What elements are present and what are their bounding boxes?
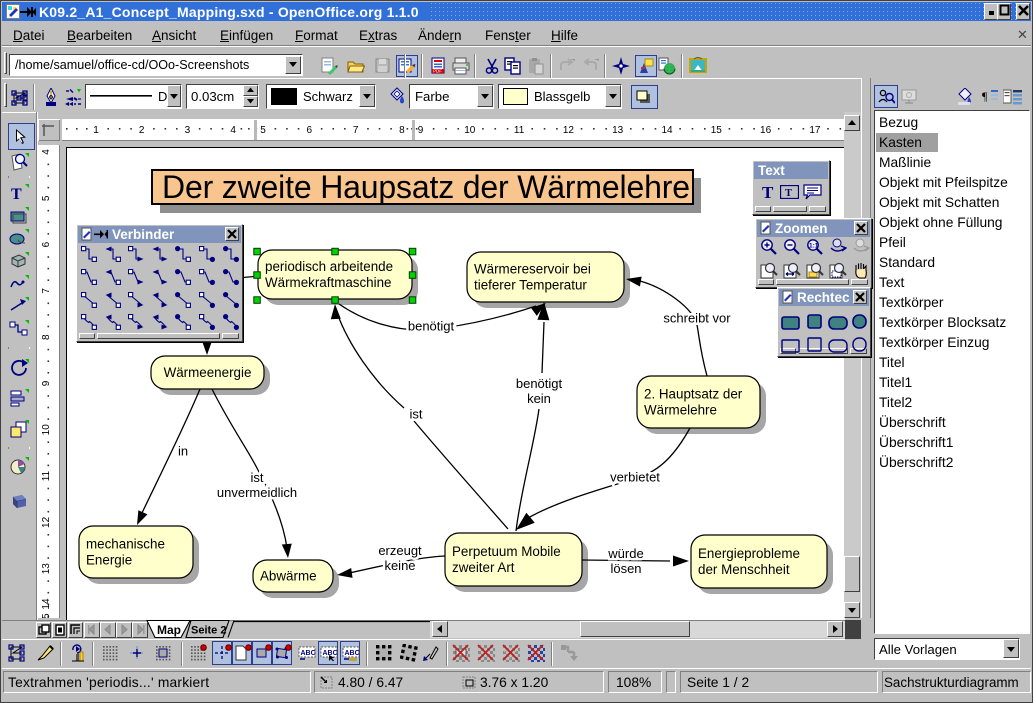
svg-text:ABC: ABC	[301, 650, 316, 657]
svg-text:T: T	[762, 183, 774, 200]
svg-text:8: 8	[399, 125, 405, 136]
svg-text:13: 13	[612, 125, 624, 136]
svg-text:9: 9	[41, 380, 52, 386]
svg-text:6: 6	[41, 241, 52, 247]
svg-text:17: 17	[809, 125, 821, 136]
svg-text:10: 10	[41, 424, 52, 436]
svg-text:5: 5	[260, 125, 266, 136]
svg-text:3: 3	[185, 125, 191, 136]
svg-text:7: 7	[353, 125, 359, 136]
svg-text:8: 8	[41, 334, 52, 340]
svg-text:würde: würde	[607, 546, 643, 561]
svg-text:verbietet: verbietet	[610, 470, 660, 485]
svg-text:T: T	[785, 188, 792, 199]
svg-text:Perpetuum Mobile: Perpetuum Mobile	[452, 544, 561, 559]
svg-text:benötigt: benötigt	[516, 376, 563, 391]
svg-text:Abwärme: Abwärme	[260, 568, 317, 583]
svg-text:14: 14	[41, 598, 52, 610]
svg-text:Energieprobleme: Energieprobleme	[698, 546, 800, 561]
svg-text:zweiter Art: zweiter Art	[452, 560, 515, 575]
svg-text:4: 4	[230, 125, 236, 136]
svg-text:keine: keine	[384, 558, 415, 573]
svg-text:Wärmereservoir bei: Wärmereservoir bei	[474, 262, 591, 277]
svg-text:T: T	[11, 186, 22, 203]
svg-text:9: 9	[418, 125, 424, 136]
svg-text:Der zweite Haupsatz der Wärmel: Der zweite Haupsatz der Wärmelehre	[162, 169, 690, 205]
svg-text:in: in	[178, 444, 188, 459]
svg-text:11: 11	[514, 125, 525, 136]
svg-text:schreibt vor: schreibt vor	[663, 311, 731, 326]
svg-text:2: 2	[139, 125, 145, 136]
svg-text:Map: Map	[157, 623, 181, 637]
svg-text:Wärmeenergie: Wärmeenergie	[164, 365, 252, 380]
svg-text:14: 14	[661, 125, 673, 136]
svg-text:6: 6	[307, 125, 313, 136]
svg-text:Energie: Energie	[86, 552, 132, 567]
svg-text:12: 12	[563, 125, 575, 136]
svg-text:benötigt: benötigt	[408, 319, 455, 334]
svg-text:mechanische: mechanische	[86, 537, 165, 552]
svg-text:PDF: PDF	[433, 69, 442, 74]
svg-text:16: 16	[760, 125, 772, 136]
svg-text:11: 11	[41, 470, 52, 481]
svg-text:periodisch arbeitende: periodisch arbeitende	[265, 259, 393, 274]
svg-text:Seite 2: Seite 2	[191, 625, 226, 637]
svg-text:der Menschheit: der Menschheit	[698, 562, 790, 577]
svg-text:15: 15	[41, 613, 52, 618]
svg-text:ist: ist	[410, 407, 423, 422]
svg-text:lösen: lösen	[610, 561, 641, 576]
svg-text:5: 5	[41, 195, 52, 201]
svg-text:tieferer Temperatur: tieferer Temperatur	[474, 277, 587, 292]
svg-text:unvermeidlich: unvermeidlich	[217, 485, 297, 500]
svg-text:1:1: 1:1	[809, 243, 819, 250]
svg-text:ist: ist	[251, 470, 264, 485]
svg-text:7: 7	[41, 288, 52, 294]
svg-text:1: 1	[93, 125, 99, 136]
svg-text:¶: ¶	[982, 89, 988, 103]
svg-text:15: 15	[711, 125, 723, 136]
svg-text:2. Hauptsatz der: 2. Hauptsatz der	[644, 387, 743, 402]
svg-text:4: 4	[41, 149, 52, 155]
svg-text:10: 10	[464, 125, 476, 136]
svg-text:12: 12	[41, 516, 52, 528]
svg-text:kein: kein	[527, 391, 551, 406]
svg-text:ABC: ABC	[345, 650, 360, 657]
svg-text:Wärmelehre: Wärmelehre	[644, 402, 717, 417]
svg-text:erzeugt: erzeugt	[378, 543, 422, 558]
svg-text:Wärmekraftmaschine: Wärmekraftmaschine	[265, 275, 392, 290]
svg-text:13: 13	[41, 563, 52, 575]
